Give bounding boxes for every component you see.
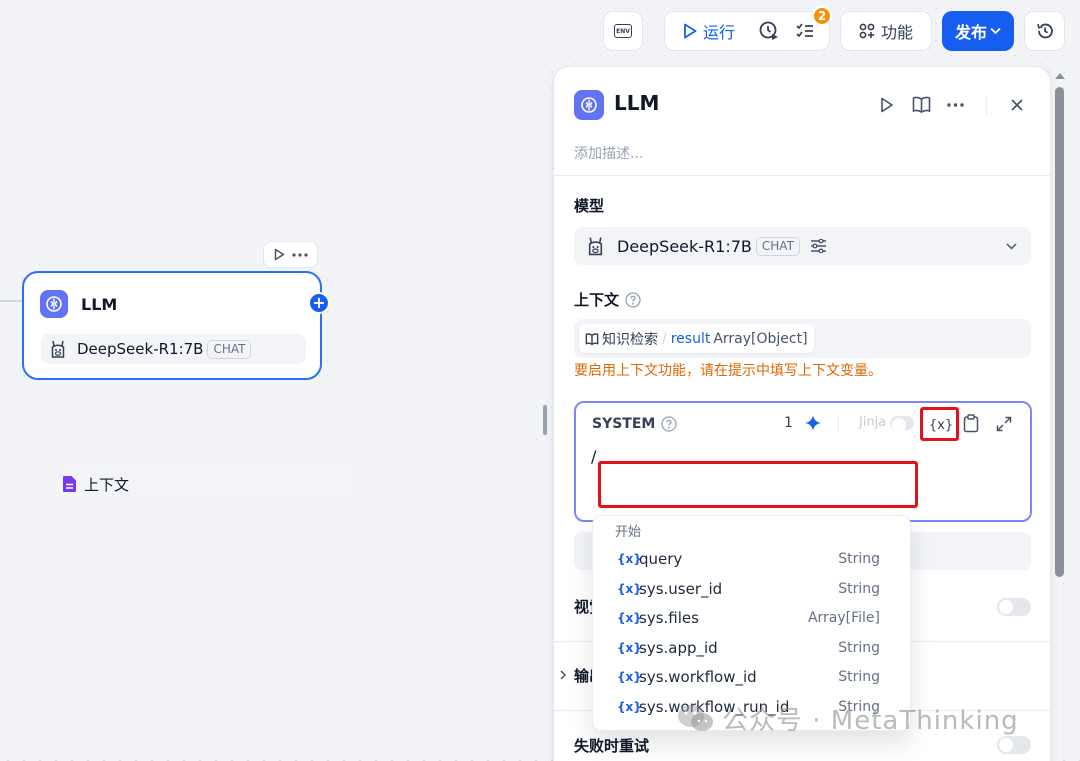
node-hover-toolbar bbox=[263, 241, 318, 268]
run-step-icon[interactable] bbox=[880, 97, 894, 113]
variable-option[interactable]: {x} sys.files Array[File] bbox=[603, 603, 902, 632]
run-node-icon[interactable] bbox=[274, 248, 285, 261]
context-variable-option[interactable]: 上下文 bbox=[56, 468, 352, 500]
context-source: 知识检索 bbox=[602, 331, 658, 348]
history-icon bbox=[1036, 23, 1053, 39]
context-var-type: Array[Object] bbox=[713, 330, 808, 347]
token-count: 1 bbox=[784, 415, 793, 431]
clock-play-icon bbox=[759, 21, 778, 40]
add-next-node-button[interactable]: + bbox=[308, 292, 330, 314]
llama-icon bbox=[51, 340, 65, 358]
model-name: DeepSeek-R1:7B bbox=[617, 236, 752, 256]
variable-icon: {x} bbox=[617, 581, 642, 596]
model-settings-icon[interactable] bbox=[810, 239, 827, 253]
document-icon bbox=[63, 476, 76, 492]
clipboard-icon[interactable] bbox=[963, 414, 979, 433]
help-circle-icon bbox=[625, 291, 641, 308]
panel-scrollbar[interactable] bbox=[1055, 87, 1064, 577]
highlight-box-context-option bbox=[598, 461, 918, 508]
vision-toggle[interactable] bbox=[997, 598, 1031, 616]
editor-text: / bbox=[591, 447, 597, 466]
scroll-up-arrow-icon[interactable] bbox=[1054, 72, 1066, 80]
variable-option[interactable]: {x} sys.user_id String bbox=[603, 574, 902, 603]
retry-on-failure-label: 失败时重试 bbox=[574, 737, 650, 755]
chevron-down-icon bbox=[990, 27, 1001, 35]
features-button[interactable]: 功能 bbox=[840, 11, 932, 51]
run-toolbar-group: 运行 bbox=[664, 11, 830, 51]
play-icon bbox=[684, 23, 697, 39]
wechat-icon bbox=[678, 704, 713, 731]
node-model-name: DeepSeek-R1:7B bbox=[77, 340, 204, 358]
chevron-down-icon bbox=[1006, 242, 1017, 250]
llama-icon bbox=[588, 237, 603, 256]
run-label: 运行 bbox=[703, 23, 736, 42]
run-button[interactable]: 运行 bbox=[665, 12, 751, 50]
context-separator: / bbox=[662, 330, 667, 347]
publish-label: 发布 bbox=[954, 23, 987, 42]
checklist-count-badge: 2 bbox=[812, 6, 832, 26]
watermark: 公众号 · MetaThinking bbox=[676, 700, 1019, 737]
plus-icon: + bbox=[312, 293, 326, 312]
context-var-name: result bbox=[670, 330, 711, 347]
variable-icon: {x} bbox=[617, 669, 642, 684]
features-icon bbox=[859, 23, 875, 39]
node-title: LLM bbox=[81, 295, 118, 314]
dropdown-group-label: 开始 bbox=[615, 525, 642, 540]
docs-book-icon[interactable] bbox=[912, 96, 931, 113]
system-prompt-label: SYSTEM bbox=[592, 416, 678, 432]
version-history-button[interactable] bbox=[1024, 11, 1065, 51]
editor-toolbar-divider bbox=[838, 417, 839, 431]
env-button[interactable]: ENV bbox=[603, 11, 643, 51]
jinja-toggle[interactable] bbox=[890, 416, 914, 432]
context-option-label: 上下文 bbox=[84, 475, 130, 494]
sparkle-icon[interactable] bbox=[804, 414, 822, 432]
model-label: 模型 bbox=[574, 197, 605, 215]
history-run-button[interactable] bbox=[751, 12, 787, 50]
more-options-icon[interactable] bbox=[947, 103, 964, 107]
llm-node[interactable]: LLM DeepSeek-R1:7B CHAT bbox=[22, 271, 322, 380]
context-variable-field[interactable]: 知识检索 / result Array[Object] bbox=[574, 319, 1031, 358]
node-model-chip: DeepSeek-R1:7B CHAT bbox=[41, 334, 306, 364]
context-variable-chip[interactable]: 知识检索 / result Array[Object] bbox=[579, 324, 814, 353]
context-warning: 要启用上下文功能，请在提示中填写上下文变量。 bbox=[574, 363, 882, 379]
more-icon[interactable] bbox=[291, 252, 308, 257]
variable-icon: {x} bbox=[617, 699, 642, 714]
model-tag: CHAT bbox=[755, 236, 800, 256]
panel-resize-handle[interactable] bbox=[543, 405, 547, 435]
variable-icon: {x} bbox=[617, 610, 642, 625]
node-model-tag: CHAT bbox=[207, 339, 252, 359]
toolbar-divider bbox=[986, 95, 987, 115]
panel-title: LLM bbox=[614, 91, 660, 115]
variable-option[interactable]: {x} sys.app_id String bbox=[603, 633, 902, 662]
features-label: 功能 bbox=[880, 23, 913, 42]
checklist-icon bbox=[796, 23, 813, 38]
highlight-box-variable-button bbox=[920, 407, 959, 441]
llm-brain-icon bbox=[40, 290, 68, 318]
panel-llm-icon bbox=[574, 90, 604, 120]
variable-icon: {x} bbox=[617, 551, 642, 566]
model-selector[interactable]: DeepSeek-R1:7B CHAT bbox=[574, 227, 1031, 265]
help-circle-icon bbox=[661, 416, 678, 432]
env-icon: ENV bbox=[614, 24, 632, 38]
variable-option[interactable]: {x} query String bbox=[603, 544, 902, 573]
chevron-right-icon[interactable] bbox=[560, 670, 566, 680]
jinja-label: Jinja bbox=[859, 415, 887, 430]
variable-option[interactable]: {x} sys.workflow_id String bbox=[603, 662, 902, 691]
header-divider bbox=[554, 175, 1050, 176]
watermark-text: 公众号 · MetaThinking bbox=[722, 706, 1019, 736]
context-label: 上下文 bbox=[574, 289, 641, 310]
description-input[interactable]: 添加描述... bbox=[574, 143, 643, 163]
publish-button[interactable]: 发布 bbox=[942, 11, 1014, 51]
book-icon bbox=[585, 332, 599, 345]
expand-icon[interactable] bbox=[996, 416, 1012, 432]
incoming-edge bbox=[0, 300, 24, 302]
close-icon[interactable] bbox=[1011, 99, 1023, 111]
variable-dropdown: 开始 {x} query String {x} sys.user_id Stri… bbox=[592, 515, 911, 731]
variable-icon: {x} bbox=[617, 640, 642, 655]
retry-toggle[interactable] bbox=[997, 736, 1031, 754]
